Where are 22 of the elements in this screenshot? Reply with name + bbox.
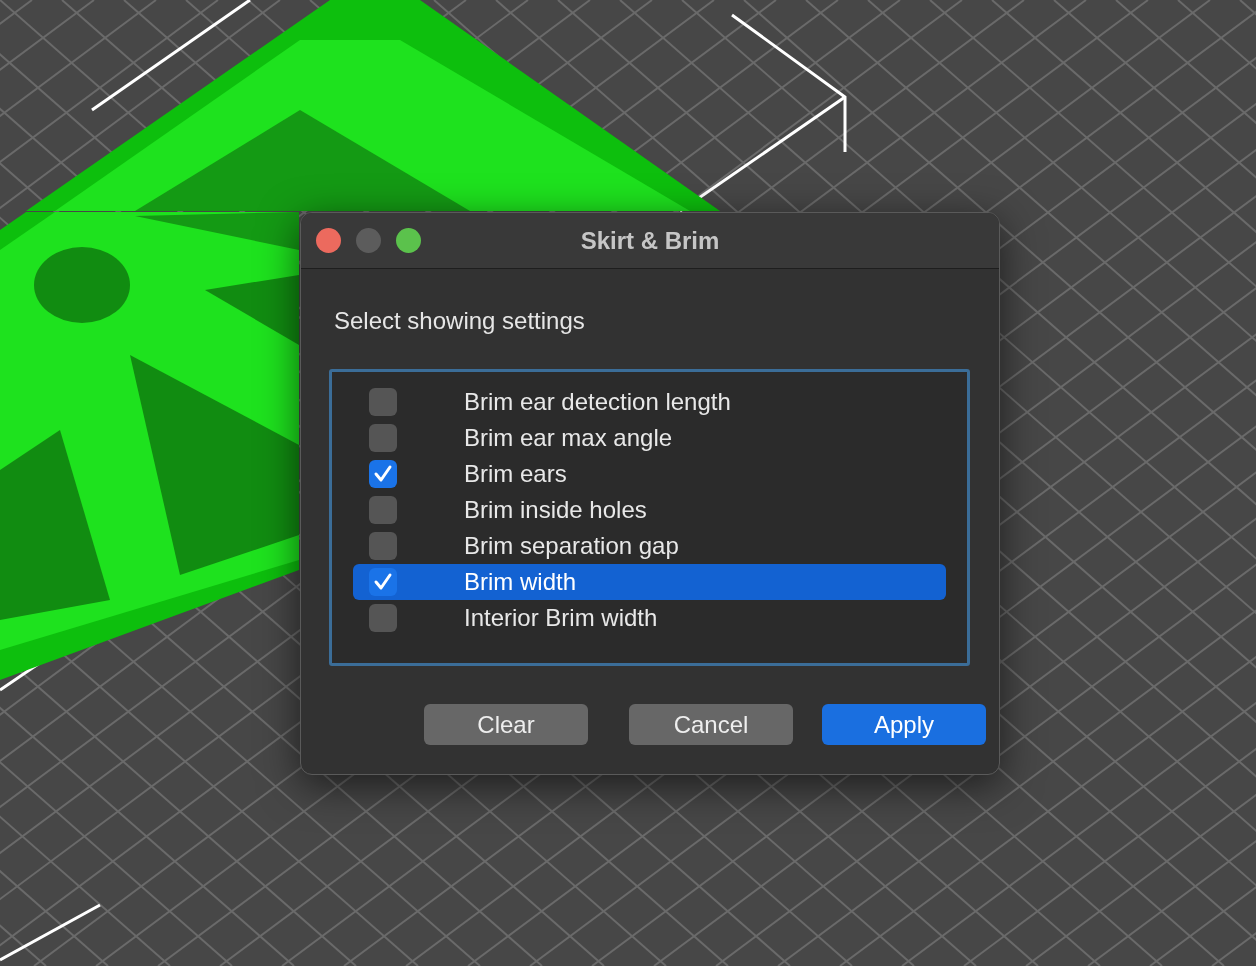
checkbox[interactable] [369,460,397,488]
list-item[interactable]: Brim separation gap [353,528,946,564]
list-item[interactable]: Brim inside holes [353,492,946,528]
apply-button[interactable]: Apply [822,704,986,745]
zoom-icon[interactable] [396,228,421,253]
list-item[interactable]: Brim ear detection length [353,384,946,420]
dialog-button[interactable]: Cancel [629,704,793,745]
checkbox[interactable] [369,496,397,524]
checkbox[interactable] [369,532,397,560]
checkbox[interactable] [369,424,397,452]
list-item[interactable]: Brim width [353,564,946,600]
minimize-icon[interactable] [356,228,381,253]
list-item[interactable]: Interior Brim width [353,600,946,636]
close-icon[interactable] [316,228,341,253]
window-title: Skirt & Brim [579,226,721,256]
prompt-text: Select showing settings [334,306,585,336]
checkbox[interactable] [369,568,397,596]
checkbox[interactable] [369,604,397,632]
list-item[interactable]: Brim ears [353,456,946,492]
dialog-button[interactable]: Clear [424,704,588,745]
checkbox[interactable] [369,388,397,416]
list-item[interactable]: Brim ear max angle [353,420,946,456]
